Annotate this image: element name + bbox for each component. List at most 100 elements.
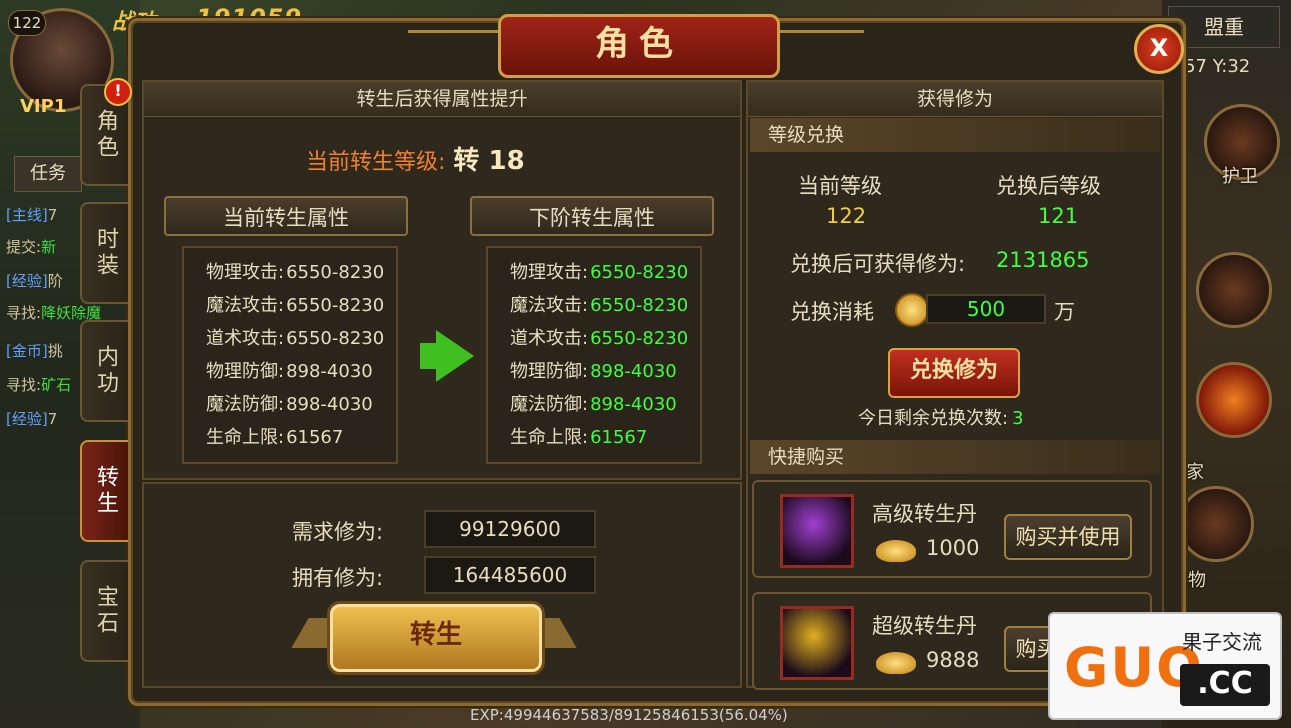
task-tab[interactable]: 任务 <box>14 156 82 192</box>
title-wing-left <box>408 30 498 63</box>
attr-value: 6550-8230 <box>590 295 689 316</box>
attr-row: 物理防御: 898-4030 <box>510 355 700 388</box>
next-attr-header: 下阶转生属性 <box>470 196 714 236</box>
fire-skill-button[interactable] <box>1196 362 1272 438</box>
side-tab-fashion[interactable]: 时装 <box>80 202 128 304</box>
attr-value: 61567 <box>590 427 648 448</box>
rebirth-attr-header: 转生后获得属性提升 <box>144 82 740 117</box>
gain-cultivation-label: 兑换后可获得修为: <box>790 252 966 276</box>
shop-item-price: 9888 <box>926 648 980 672</box>
shop-item-price: 1000 <box>926 536 980 560</box>
owned-cultivation-label: 拥有修为: <box>292 566 384 590</box>
side-tab-inner-power[interactable]: 内功 <box>80 320 128 422</box>
quick-buy-section-header: 快捷购买 <box>750 440 1160 474</box>
quest-tag: 提交: <box>6 238 42 256</box>
remaining-exchanges-label: 今日剩余兑换次数: <box>858 408 1009 429</box>
quest-line[interactable]: 寻找:矿石 <box>6 374 71 395</box>
role-tab-alert-icon: ! <box>104 78 132 106</box>
vip-badge[interactable]: VIP1 <box>20 96 66 117</box>
exchange-cost-label: 兑换消耗 <box>790 300 874 324</box>
panel-title: 角色 <box>498 14 780 78</box>
attr-value: 898-4030 <box>286 394 373 415</box>
attr-label: 魔法防御: <box>206 394 285 415</box>
quest-tag: [经验] <box>6 272 48 290</box>
attr-row: 魔法攻击: 6550-8230 <box>510 289 700 322</box>
attr-value: 61567 <box>286 427 344 448</box>
attr-value: 898-4030 <box>590 394 677 415</box>
rebirth-pill-icon[interactable] <box>780 606 854 680</box>
attr-row: 生命上限: 61567 <box>510 421 700 454</box>
remaining-exchanges: 今日剩余兑换次数: 3 <box>858 404 1024 430</box>
quest-tag: 寻找: <box>6 304 42 322</box>
player-level-badge: 122 <box>8 10 46 36</box>
owned-cultivation-value: 164485600 <box>424 556 596 594</box>
required-cultivation-value: 99129600 <box>424 510 596 548</box>
rebirth-button[interactable]: 转生 <box>330 604 542 672</box>
quest-line[interactable]: [主线]7 <box>6 204 57 225</box>
attr-row: 物理防御: 898-4030 <box>206 355 396 388</box>
quest-text: 7 <box>47 410 58 428</box>
gain-cultivation-header: 获得修为 <box>748 82 1162 117</box>
attr-value: 6550-8230 <box>590 262 689 283</box>
attr-label: 物理攻击: <box>206 262 285 283</box>
side-tab-gem[interactable]: 宝石 <box>80 560 128 662</box>
attr-label: 生命上限: <box>206 427 285 448</box>
attr-row: 道术攻击: 6550-8230 <box>510 322 700 355</box>
buy-and-use-button[interactable]: 购买并使用 <box>1004 514 1132 560</box>
attr-label: 道术攻击: <box>206 328 285 349</box>
attr-value: 898-4030 <box>286 361 373 382</box>
quest-text: 阶 <box>47 272 63 290</box>
attr-value: 6550-8230 <box>286 262 385 283</box>
attr-label: 魔法攻击: <box>206 295 285 316</box>
quest-tag: [金币] <box>6 342 48 360</box>
quest-line[interactable]: [经验]阶 <box>6 270 63 291</box>
right-arrow-icon <box>436 330 474 382</box>
attr-row: 魔法防御: 898-4030 <box>206 388 396 421</box>
after-level-label: 兑换后等级 <box>996 174 1101 198</box>
gain-cultivation-value: 2131865 <box>996 248 1090 272</box>
shop-item-name: 高级转生丹 <box>872 502 977 526</box>
exp-bar-text: EXP:49944637583/89125846153(56.04%) <box>470 706 788 724</box>
attr-value: 6550-8230 <box>286 328 385 349</box>
rebirth-pill-icon[interactable] <box>780 494 854 568</box>
attr-label: 物理攻击: <box>510 262 589 283</box>
attr-label: 物理防御: <box>510 361 589 382</box>
attack-button[interactable] <box>1178 486 1254 562</box>
watermark-domain: .CC <box>1180 664 1270 706</box>
quest-line[interactable]: [金币]挑 <box>6 340 63 361</box>
after-level-value: 121 <box>1038 204 1079 228</box>
attr-value: 898-4030 <box>590 361 677 382</box>
attr-row: 生命上限: 61567 <box>206 421 396 454</box>
quest-text: 矿石 <box>41 376 72 394</box>
attr-row: 物理攻击: 6550-8230 <box>206 256 396 289</box>
next-attr-list: 物理攻击: 6550-8230 魔法攻击: 6550-8230 道术攻击: 6550-82… <box>486 246 702 464</box>
level-exchange-section-header: 等级兑换 <box>750 118 1160 152</box>
coordinates-readout: :57 Y:32 <box>1178 56 1251 77</box>
gold-ingot-icon <box>876 652 916 674</box>
attr-label: 物理防御: <box>206 361 285 382</box>
skill-button[interactable] <box>1196 252 1272 328</box>
title-wing-right <box>774 30 864 63</box>
current-attr-header: 当前转生属性 <box>164 196 408 236</box>
site-watermark-logo: GUO 果子交流 .CC <box>1048 612 1282 720</box>
shop-item-card: 高级转生丹 1000 购买并使用 <box>752 480 1152 578</box>
exchange-cultivation-button[interactable]: 兑换修为 <box>888 348 1020 398</box>
current-rebirth-level-value: 转 18 <box>453 146 525 176</box>
quest-line[interactable]: [经验]7 <box>6 408 57 429</box>
shop-item-name: 超级转生丹 <box>872 614 977 638</box>
quest-tag: [经验] <box>6 410 48 428</box>
current-level-label: 当前等级 <box>798 174 882 198</box>
exchange-cost-value: 500 <box>926 294 1046 324</box>
gold-coin-icon <box>895 293 929 327</box>
side-tab-rebirth[interactable]: 转生 <box>80 440 128 542</box>
quest-text: 7 <box>47 206 58 224</box>
remaining-exchanges-value: 3 <box>1012 408 1024 429</box>
attr-value: 6550-8230 <box>286 295 385 316</box>
attr-label: 道术攻击: <box>510 328 589 349</box>
current-attr-list: 物理攻击: 6550-8230 魔法攻击: 6550-8230 道术攻击: 6550-82… <box>182 246 398 464</box>
close-button[interactable]: X <box>1134 24 1184 74</box>
gold-ingot-icon <box>876 540 916 562</box>
quest-text: 新 <box>41 238 57 256</box>
quest-line[interactable]: 提交:新 <box>6 236 56 257</box>
current-level-value: 122 <box>826 204 867 228</box>
